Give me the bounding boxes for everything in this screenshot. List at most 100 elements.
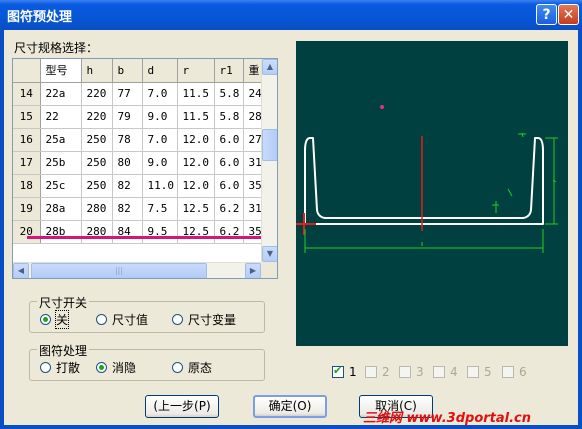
table-cell[interactable]: 12.0 [177,128,215,152]
column-header[interactable]: 型号 [40,59,82,83]
table-cell[interactable]: 7.5 [142,197,178,221]
table-cell[interactable]: 11.5 [177,82,215,106]
column-header[interactable]: 重 [243,59,264,83]
table-row[interactable]: 16 25a 250 78 7.0 12.0 6.0 27 [13,128,264,152]
view-check-5: 5 [467,365,492,379]
scroll-left-button[interactable]: ◀ [13,263,29,278]
table-row[interactable]: 19 28a 280 82 7.5 12.5 6.2 31 [13,197,264,221]
radio-dim-off[interactable]: 关 [40,310,70,329]
symbol-preview[interactable] [296,41,568,346]
table-cell[interactable]: 9.0 [142,151,178,175]
table-cell[interactable]: 6.2 [214,197,244,221]
checkbox-label: 5 [484,365,492,379]
table-row[interactable]: 17 25b 250 80 9.0 12.0 6.0 31 [13,151,264,175]
table-cell[interactable]: 250 [81,151,113,175]
checkbox-label: 1 [349,365,357,379]
ok-button[interactable]: 确定(O) [253,395,327,418]
table-row[interactable]: 15 22 220 79 9.0 11.5 5.8 28 [13,105,264,129]
scroll-up-button[interactable]: ▲ [262,59,277,75]
spec-table[interactable]: 型号 h b d r r1 重 14 22a 220 77 7.0 11.5 5.8 24 15… [12,58,278,279]
table-cell[interactable]: 7.0 [142,82,178,106]
horizontal-scroll-thumb[interactable]: ||| [31,263,207,278]
table-cell[interactable]: 250 [81,128,113,152]
table-cell[interactable]: 28 [243,105,264,129]
dimension-switch-legend: 尺寸开关 [37,294,90,311]
column-header[interactable]: h [81,59,113,83]
table-cell[interactable]: 280 [81,220,113,244]
radio-dim-variable[interactable]: 尺寸变量 [172,311,236,328]
column-header[interactable]: r1 [214,59,244,83]
table-cell[interactable]: 25b [40,151,82,175]
table-cell[interactable]: 77 [112,82,143,106]
table-cell[interactable]: 12.5 [177,197,215,221]
table-cell[interactable]: 25c [40,174,82,198]
table-cell[interactable]: 11.5 [177,105,215,129]
checkbox-indicator [365,366,377,378]
table-cell[interactable]: 80 [112,151,143,175]
table-row[interactable]: 14 22a 220 77 7.0 11.5 5.8 24 [13,82,264,106]
radio-explode[interactable]: 打散 [40,359,80,376]
table-cell[interactable]: 31 [243,197,264,221]
table-cell[interactable]: 25a [40,128,82,152]
radio-dim-value[interactable]: 尺寸值 [96,311,148,328]
vertical-scrollbar[interactable]: ▲ ▼ [261,59,277,262]
table-cell[interactable]: 35 [243,220,264,244]
horizontal-scrollbar[interactable]: ◀ ||| ▶ [13,262,261,278]
table-cell[interactable]: 31 [243,151,264,175]
table-cell[interactable]: 84 [112,220,143,244]
table-cell[interactable]: 82 [112,174,143,198]
table-cell[interactable]: 35 [243,174,264,198]
table-cell[interactable]: 12.0 [177,174,215,198]
table-cell[interactable]: 6.2 [214,220,244,244]
radio-label: 关 [54,310,70,329]
table-cell[interactable]: 28a [40,197,82,221]
table-cell[interactable]: 27 [243,128,264,152]
table-cell[interactable]: 7.0 [142,128,178,152]
insertion-point-marker [380,105,384,109]
table-cell[interactable]: 28b [40,220,82,244]
table-cell[interactable]: 9.5 [142,220,178,244]
radio-label: 尺寸值 [112,313,149,327]
table-cell[interactable]: 11.0 [142,174,178,198]
table-cell[interactable]: 79 [112,105,143,129]
table-cell[interactable]: 5.8 [214,105,244,129]
table-cell[interactable]: 6.0 [214,151,244,175]
table-cell[interactable]: 12.5 [177,220,215,244]
column-header[interactable]: d [142,59,178,83]
table-row[interactable]: 20 28b 280 84 9.5 12.5 6.2 35 [13,220,264,244]
table-cell[interactable]: 220 [81,105,113,129]
header-row: 型号 h b d r r1 重 [13,59,264,83]
table-cell[interactable]: 22 [40,105,82,129]
table-cell[interactable]: 12.0 [177,151,215,175]
table-cell[interactable]: 250 [81,174,113,198]
scroll-right-button[interactable]: ▶ [245,263,261,278]
checkbox-indicator [502,366,514,378]
channel-section-drawing [296,105,558,253]
table-cell[interactable]: 22a [40,82,82,106]
radio-original[interactable]: 原态 [172,359,212,376]
column-header[interactable]: b [112,59,143,83]
radio-hide[interactable]: 消隐 [96,359,136,376]
table-cell[interactable]: 82 [112,197,143,221]
spec-grid: 型号 h b d r r1 重 14 22a 220 77 7.0 11.5 5.8 24 15… [13,59,264,244]
table-cell[interactable]: 5.8 [214,82,244,106]
table-cell[interactable]: 220 [81,82,113,106]
table-cell[interactable]: 24 [243,82,264,106]
row-number: 18 [13,174,41,198]
table-cell[interactable]: 280 [81,197,113,221]
scroll-down-button[interactable]: ▼ [262,246,277,262]
table-cell[interactable]: 78 [112,128,143,152]
previous-step-button[interactable]: (上一步(P) [145,395,219,418]
row-number: 14 [13,82,41,106]
table-cell[interactable]: 6.0 [214,128,244,152]
column-header[interactable]: r [177,59,215,83]
radio-label: 打散 [56,361,81,375]
channel-outline [304,137,544,225]
close-button[interactable]: ✕ [558,4,579,25]
table-row[interactable]: 18 25c 250 82 11.0 12.0 6.0 35 [13,174,264,198]
table-cell[interactable]: 9.0 [142,105,178,129]
vertical-scroll-thumb[interactable] [262,129,277,161]
view-check-1[interactable]: 1 [332,364,357,379]
table-cell[interactable]: 6.0 [214,174,244,198]
help-button[interactable]: ? [536,4,557,25]
